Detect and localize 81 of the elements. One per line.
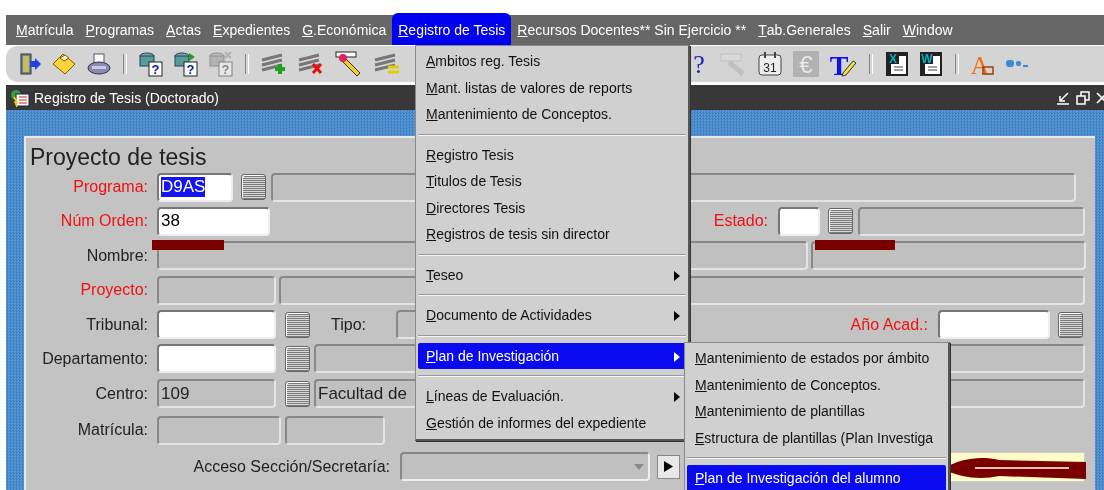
menu-entry[interactable]: Registros de tesis sin director [418, 221, 686, 248]
menu-item[interactable]: Programas [79, 15, 161, 45]
field-label: Matrícula: [76, 421, 149, 439]
menu-entry[interactable]: Gestión de informes del expediente [418, 409, 686, 436]
input-field[interactable] [811, 241, 1086, 270]
menu-entry[interactable]: Mantenimiento de plantillas [687, 398, 946, 425]
document-icon[interactable]: W [919, 51, 943, 77]
field-label: Núm Orden: [59, 212, 149, 230]
menu-entry[interactable]: Teseo [418, 261, 686, 288]
menu-item[interactable]: G.Económica [296, 15, 393, 45]
list-button[interactable] [285, 345, 310, 372]
input-field[interactable] [157, 344, 276, 373]
submenu-arrow-icon [674, 270, 680, 281]
field-label: Proyecto: [79, 281, 149, 299]
menu-entry[interactable]: Ambitos reg. Tesis [418, 48, 686, 75]
dropdown-field[interactable] [400, 452, 650, 481]
play-button[interactable] [657, 454, 680, 479]
list-button[interactable] [285, 380, 310, 407]
list-button[interactable] [285, 311, 310, 338]
menu-entry[interactable]: Titulos de Tesis [418, 168, 686, 195]
minimize-icon[interactable] [1056, 90, 1070, 105]
field-label: Centro: [94, 384, 149, 403]
calendar-icon[interactable]: 31 [757, 51, 783, 77]
play-icon [664, 461, 673, 472]
menu-entry[interactable]: Mantenimiento de Conceptos. [418, 101, 686, 128]
field-label: Tribunal: [85, 315, 149, 334]
menu-entry[interactable]: Documento de Actividades [418, 302, 686, 329]
restore-icon[interactable] [1076, 90, 1090, 105]
submenu-arrow-icon [674, 311, 680, 321]
menu-entry[interactable]: Mantenimiento de estados por ámbito [687, 345, 946, 372]
dots-icon[interactable] [1005, 58, 1029, 70]
menu-entry[interactable]: Mantenimiento de Conceptos. [687, 371, 946, 398]
field-label: Programa: [72, 178, 149, 196]
input-field[interactable] [157, 275, 276, 305]
input-field[interactable] [778, 206, 820, 236]
field-label: Nombre: [85, 246, 149, 265]
field-label: Departamento: [41, 349, 149, 368]
menu-entry[interactable]: Plan de Investigación [418, 342, 686, 369]
printer-icon[interactable] [86, 52, 112, 76]
menu-item[interactable]: Expedientes [207, 15, 297, 45]
field-label: Estado: [712, 212, 769, 230]
exit-door-icon[interactable] [18, 52, 42, 76]
menu-entry[interactable]: Registro Tesis [418, 141, 686, 168]
input-field[interactable] [858, 206, 1085, 236]
field-label: Tipo: [330, 315, 367, 334]
input-field[interactable] [157, 415, 281, 445]
field-label: Año Acad.: [849, 315, 929, 334]
document-icon[interactable]: X [885, 51, 909, 77]
field-label: Acceso Sección/Secretaría: [192, 457, 391, 476]
menu-item[interactable]: Window [896, 15, 959, 45]
input-field[interactable] [157, 310, 276, 339]
list-button[interactable] [1058, 311, 1083, 338]
list-button[interactable] [241, 174, 266, 200]
input-field[interactable] [938, 310, 1050, 339]
window-title: Registro de Tesis (Doctorado) [34, 89, 219, 106]
menu-item[interactable]: Matrícula [10, 15, 80, 45]
list-button[interactable] [828, 208, 853, 234]
input-field[interactable]: D9AS [157, 172, 233, 202]
menu-item[interactable]: Recursos Docentes** Sin Ejercicio ** [511, 15, 753, 45]
help-icon[interactable]: ? [689, 51, 709, 77]
dropdown-arrow-icon [634, 463, 644, 470]
menu-item[interactable]: Registro de Tesis [392, 13, 512, 45]
menu-entry[interactable]: Mant. listas de valores de reports [418, 74, 686, 101]
input-field[interactable]: 38 [157, 206, 270, 236]
row-cross-icon[interactable] [297, 52, 325, 76]
row-plus-icon[interactable] [260, 52, 288, 76]
input-field[interactable] [285, 415, 385, 445]
menu-entry[interactable]: Plan de Investigación del alumno [687, 465, 946, 490]
form-title: Proyecto de tesis [29, 143, 207, 170]
input-field[interactable]: 109 [157, 379, 276, 408]
menu-item[interactable]: Tab.Generales [752, 15, 857, 45]
menu-item[interactable]: Actas [160, 15, 208, 45]
menu-entry[interactable]: Líneas de Evaluación. [418, 383, 686, 410]
menu-item[interactable]: Salir [856, 15, 897, 45]
menu-entry[interactable]: Directores Tesis [418, 194, 686, 221]
close-icon[interactable] [1096, 90, 1104, 105]
app-icon [10, 88, 30, 107]
submenu-arrow-icon [674, 392, 680, 402]
row-lines-icon[interactable] [373, 52, 401, 76]
submenu-arrow-icon [674, 351, 680, 362]
menu-entry[interactable]: Estructura de plantillas (Plan Investiga [687, 424, 946, 451]
